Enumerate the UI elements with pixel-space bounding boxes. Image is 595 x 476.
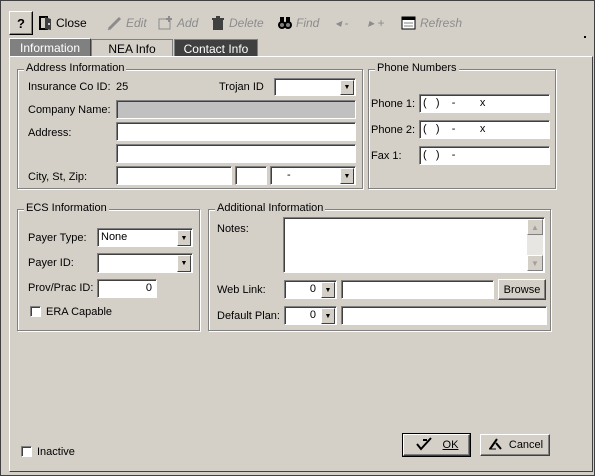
payer-type-select[interactable]: None ▼	[97, 228, 193, 247]
phone1-label: Phone 1:	[371, 98, 416, 110]
address-line2-field[interactable]	[116, 144, 356, 163]
trojan-id-label: Trojan ID	[219, 81, 264, 93]
previous-label: ◂ -	[335, 16, 349, 30]
zip-value: -	[287, 169, 291, 181]
pencil-icon	[107, 15, 123, 31]
phone2-label: Phone 2:	[371, 124, 416, 136]
close-label: Close	[56, 16, 87, 30]
chevron-down-icon[interactable]: ▼	[177, 230, 191, 246]
phone1-field[interactable]: ( ) - x	[419, 94, 550, 113]
chevron-down-icon[interactable]: ▼	[340, 80, 354, 95]
phone1-value: ( ) - x	[423, 97, 486, 109]
insurance-id-value: 25	[116, 81, 129, 93]
refresh-button[interactable]: Refresh	[401, 12, 462, 34]
door-icon	[37, 15, 53, 31]
chevron-down-icon[interactable]: ▼	[340, 168, 354, 184]
company-name-label: Company Name:	[28, 104, 111, 116]
default-plan-type-select[interactable]: 0 ▼	[284, 306, 337, 325]
toolbar: ? Close Edit Add Delete Find ◂ - ▸ + Ref…	[3, 11, 591, 35]
find-label: Find	[296, 16, 320, 30]
tab-information[interactable]: Information	[9, 38, 91, 57]
address-line1-field[interactable]	[116, 122, 356, 141]
company-name-field[interactable]	[116, 100, 356, 119]
notes-scrollbar[interactable]: ▲ ▼	[527, 219, 543, 271]
chevron-down-icon[interactable]: ▼	[177, 255, 191, 272]
ok-label: OK	[442, 439, 459, 451]
zip-select[interactable]: - ▼	[270, 166, 356, 185]
payer-type-value: None	[101, 231, 128, 243]
fax1-value: ( ) -	[423, 149, 456, 161]
additional-group-title: Additional Information	[215, 202, 326, 214]
chevron-down-icon[interactable]: ▼	[321, 308, 335, 324]
default-plan-label: Default Plan:	[217, 310, 280, 322]
add-icon	[158, 15, 174, 31]
scroll-down-icon[interactable]: ▼	[527, 255, 543, 271]
phone2-field[interactable]: ( ) - x	[419, 120, 550, 139]
find-button[interactable]: Find	[277, 12, 319, 34]
tab-nea-info[interactable]: NEA Info	[91, 39, 173, 57]
cancel-button[interactable]: Cancel	[480, 434, 550, 456]
add-label: Add	[177, 16, 199, 30]
city-field[interactable]	[116, 166, 232, 185]
add-button[interactable]: Add	[158, 12, 198, 34]
web-link-field[interactable]	[341, 280, 494, 299]
checkmark-icon	[415, 436, 433, 454]
delete-button[interactable]: Delete	[210, 12, 264, 34]
cancel-label: Cancel	[508, 439, 544, 451]
notes-textarea[interactable]: ▲ ▼	[283, 217, 545, 273]
edit-label: Edit	[126, 16, 147, 30]
cancel-icon	[487, 437, 503, 454]
web-link-type-select[interactable]: 0 ▼	[284, 280, 337, 299]
web-link-type-value: 0	[309, 283, 316, 295]
notes-label: Notes:	[217, 223, 249, 235]
scroll-up-icon[interactable]: ▲	[527, 219, 543, 235]
payer-id-label: Payer ID:	[28, 257, 74, 269]
trash-icon	[210, 15, 226, 31]
address-label: Address:	[28, 127, 72, 139]
binoculars-icon	[277, 15, 293, 31]
tab-contact-info-label: Contact Info	[183, 41, 249, 56]
delete-label: Delete	[229, 16, 264, 30]
address-group-title: Address Information	[24, 62, 127, 74]
default-plan-field[interactable]	[341, 306, 547, 325]
next-button[interactable]: ▸ +	[368, 12, 384, 34]
tab-nea-info-label: NEA Info	[108, 41, 156, 56]
edit-button[interactable]: Edit	[107, 12, 147, 34]
payer-type-label: Payer Type:	[28, 232, 87, 244]
tab-information-label: Information	[19, 41, 81, 55]
default-plan-type-value: 0	[309, 309, 316, 321]
phone2-value: ( ) - x	[423, 123, 486, 135]
fax1-label: Fax 1:	[371, 150, 402, 162]
previous-button[interactable]: ◂ -	[335, 12, 348, 34]
payer-id-select[interactable]: ▼	[97, 253, 193, 273]
browse-button[interactable]: Browse	[498, 279, 546, 300]
web-link-label: Web Link:	[217, 284, 266, 296]
state-field[interactable]	[235, 166, 267, 185]
inactive-checkbox[interactable]	[21, 446, 32, 457]
era-capable-label: ERA Capable	[46, 306, 113, 318]
next-label: ▸ +	[368, 16, 385, 30]
tab-contact-info[interactable]: Contact Info	[174, 39, 258, 57]
fax1-field[interactable]: ( ) -	[419, 146, 550, 165]
browse-label: Browse	[503, 283, 541, 296]
city-st-zip-label: City, St, Zip:	[28, 171, 88, 183]
dialog-window: ? Close Edit Add Delete Find ◂ - ▸ + Ref…	[0, 0, 595, 476]
insurance-id-label: Insurance Co ID:	[28, 81, 111, 93]
provprac-id-field[interactable]: 0	[97, 279, 157, 298]
refresh-label: Refresh	[420, 16, 463, 30]
refresh-icon	[401, 15, 417, 31]
provprac-id-value: 0	[145, 282, 152, 294]
close-button[interactable]: Close	[37, 12, 87, 34]
trojan-id-select[interactable]: ▼	[274, 78, 356, 96]
provprac-id-label: Prov/Prac ID:	[28, 282, 94, 294]
ok-button[interactable]: OK	[402, 433, 471, 457]
ecs-group-title: ECS Information	[24, 202, 109, 214]
inactive-label: Inactive	[37, 446, 75, 458]
era-capable-checkbox[interactable]	[30, 306, 41, 317]
chevron-down-icon[interactable]: ▼	[321, 282, 335, 298]
resize-dot	[584, 36, 586, 38]
help-button[interactable]: ?	[9, 11, 33, 35]
phone-group-title: Phone Numbers	[375, 62, 459, 74]
